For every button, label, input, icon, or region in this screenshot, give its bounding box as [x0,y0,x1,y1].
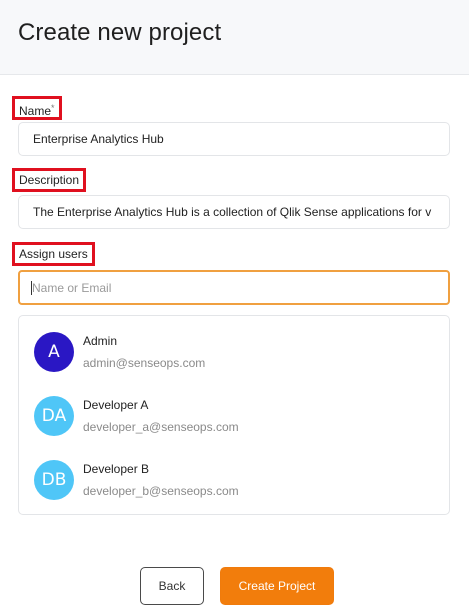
user-email: admin@senseops.com [83,356,206,370]
page-header: Create new project [0,0,469,75]
required-mark: * [51,103,55,113]
avatar: A [34,332,74,372]
avatar: DA [34,396,74,436]
avatar: DB [34,460,74,500]
user-item-developer-b[interactable]: DB Developer B developer_b@senseops.com [34,460,434,500]
assign-users-label: Assign users [12,242,95,266]
description-field[interactable]: The Enterprise Analytics Hub is a collec… [18,195,450,229]
user-search-input[interactable] [18,270,450,305]
user-email: developer_b@senseops.com [83,484,239,498]
user-email: developer_a@senseops.com [83,420,239,434]
user-name: Admin [83,334,118,348]
name-label: Name* [12,96,62,120]
user-name: Developer B [83,462,150,476]
create-project-page: Create new project Name* Enterprise Anal… [0,0,469,614]
user-item-admin[interactable]: A Admin admin@senseops.com [34,332,434,372]
name-label-text: Name [19,104,52,118]
create-project-button[interactable]: Create Project [220,567,334,605]
user-name: Developer A [83,398,149,412]
name-field[interactable]: Enterprise Analytics Hub [18,122,450,156]
text-cursor [31,281,32,295]
back-button[interactable]: Back [140,567,204,605]
description-label: Description [12,168,87,192]
page-title: Create new project [18,19,222,46]
user-list: A Admin admin@senseops.com DA Developer … [18,315,450,515]
user-item-developer-a[interactable]: DA Developer A developer_a@senseops.com [34,396,434,436]
